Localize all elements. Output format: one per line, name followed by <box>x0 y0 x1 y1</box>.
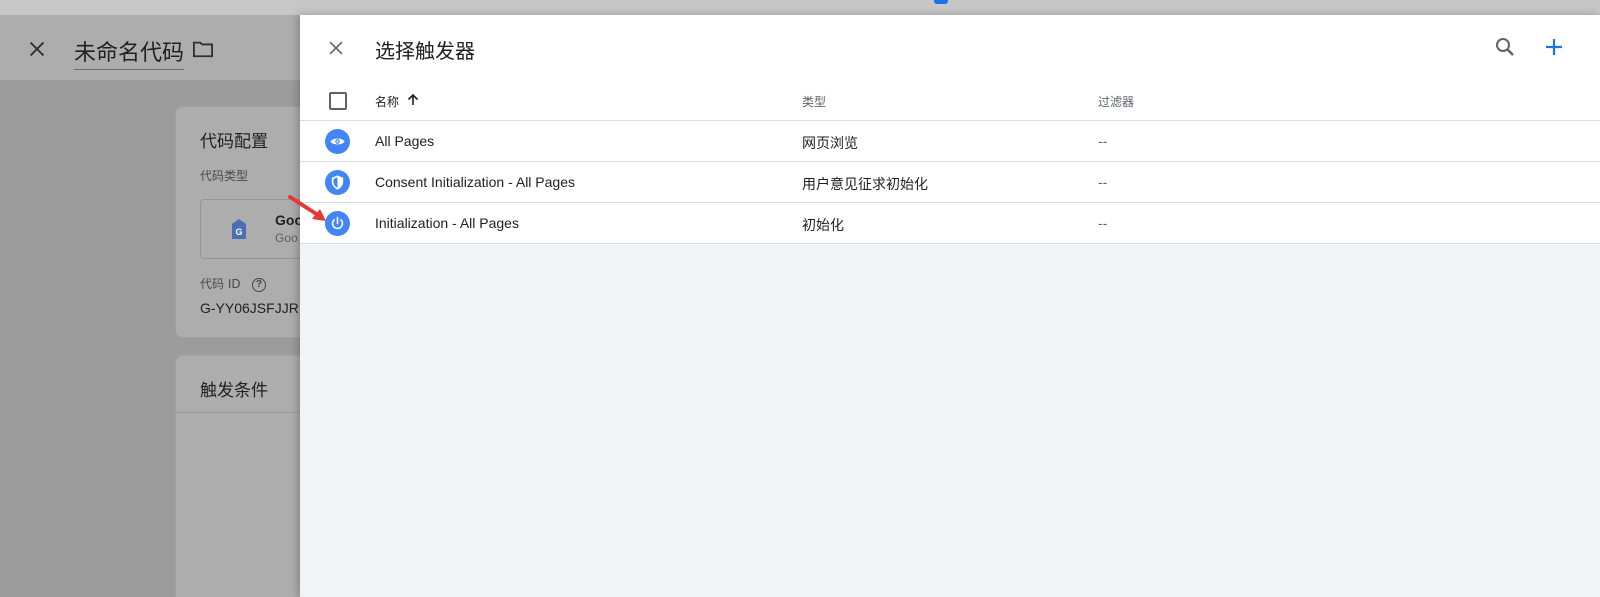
trigger-name: Initialization - All Pages <box>375 215 519 231</box>
shield-icon <box>325 170 350 195</box>
add-icon[interactable] <box>1542 35 1566 59</box>
panel-title: 选择触发器 <box>375 39 475 63</box>
table-header: 名称 类型 过滤器 <box>300 81 1600 121</box>
trigger-card-title: 触发条件 <box>200 381 268 401</box>
trigger-filter: -- <box>1098 133 1108 149</box>
arrow-up-icon[interactable] <box>406 93 420 107</box>
trigger-name: All Pages <box>375 133 435 149</box>
trigger-row-all-pages[interactable]: All Pages 网页浏览 -- <box>300 121 1600 162</box>
column-header-name[interactable]: 名称 <box>375 93 399 110</box>
select-all-checkbox[interactable] <box>329 92 347 110</box>
trigger-type: 初始化 <box>802 218 844 234</box>
tag-type-label: 代码类型 <box>200 169 249 183</box>
annotation-arrow-icon <box>288 195 326 221</box>
tag-config-title: 代码配置 <box>200 132 268 152</box>
tag-id-value: G-YY06JSFJJR <box>200 300 299 316</box>
active-tab-marker <box>934 0 948 4</box>
tag-name-title[interactable]: 未命名代码 <box>74 35 185 70</box>
trigger-filter: -- <box>1098 215 1108 231</box>
trigger-type: 用户意见征求初始化 <box>802 177 928 193</box>
panel-header: 选择触发器 <box>300 15 1600 81</box>
close-icon[interactable] <box>26 38 48 60</box>
tag-id-label: 代码 ID <box>200 277 241 291</box>
trigger-filter: -- <box>1098 174 1108 190</box>
trigger-table: 名称 类型 过滤器 All Pages 网页浏览 -- Consent Init… <box>300 81 1600 244</box>
choose-trigger-panel: 选择触发器 名称 类型 过滤器 All Pages 网页浏览 -- Consen… <box>300 15 1600 597</box>
trigger-row-initialization[interactable]: Initialization - All Pages 初始化 -- <box>300 203 1600 244</box>
column-header-type[interactable]: 类型 <box>802 93 826 110</box>
column-header-filter[interactable]: 过滤器 <box>1098 93 1134 110</box>
close-icon[interactable] <box>326 38 346 58</box>
trigger-name: Consent Initialization - All Pages <box>375 174 575 190</box>
tag-type-subtitle: Goo <box>275 231 298 245</box>
browser-tab-strip <box>0 0 1600 15</box>
help-icon[interactable]: ? <box>252 278 266 292</box>
trigger-type: 网页浏览 <box>802 136 858 152</box>
search-icon[interactable] <box>1493 35 1517 59</box>
svg-text:G: G <box>235 227 242 237</box>
google-tag-icon: G <box>232 219 246 239</box>
folder-icon[interactable] <box>192 39 214 59</box>
eye-icon <box>325 129 350 154</box>
trigger-row-consent-initialization[interactable]: Consent Initialization - All Pages 用户意见征… <box>300 162 1600 203</box>
